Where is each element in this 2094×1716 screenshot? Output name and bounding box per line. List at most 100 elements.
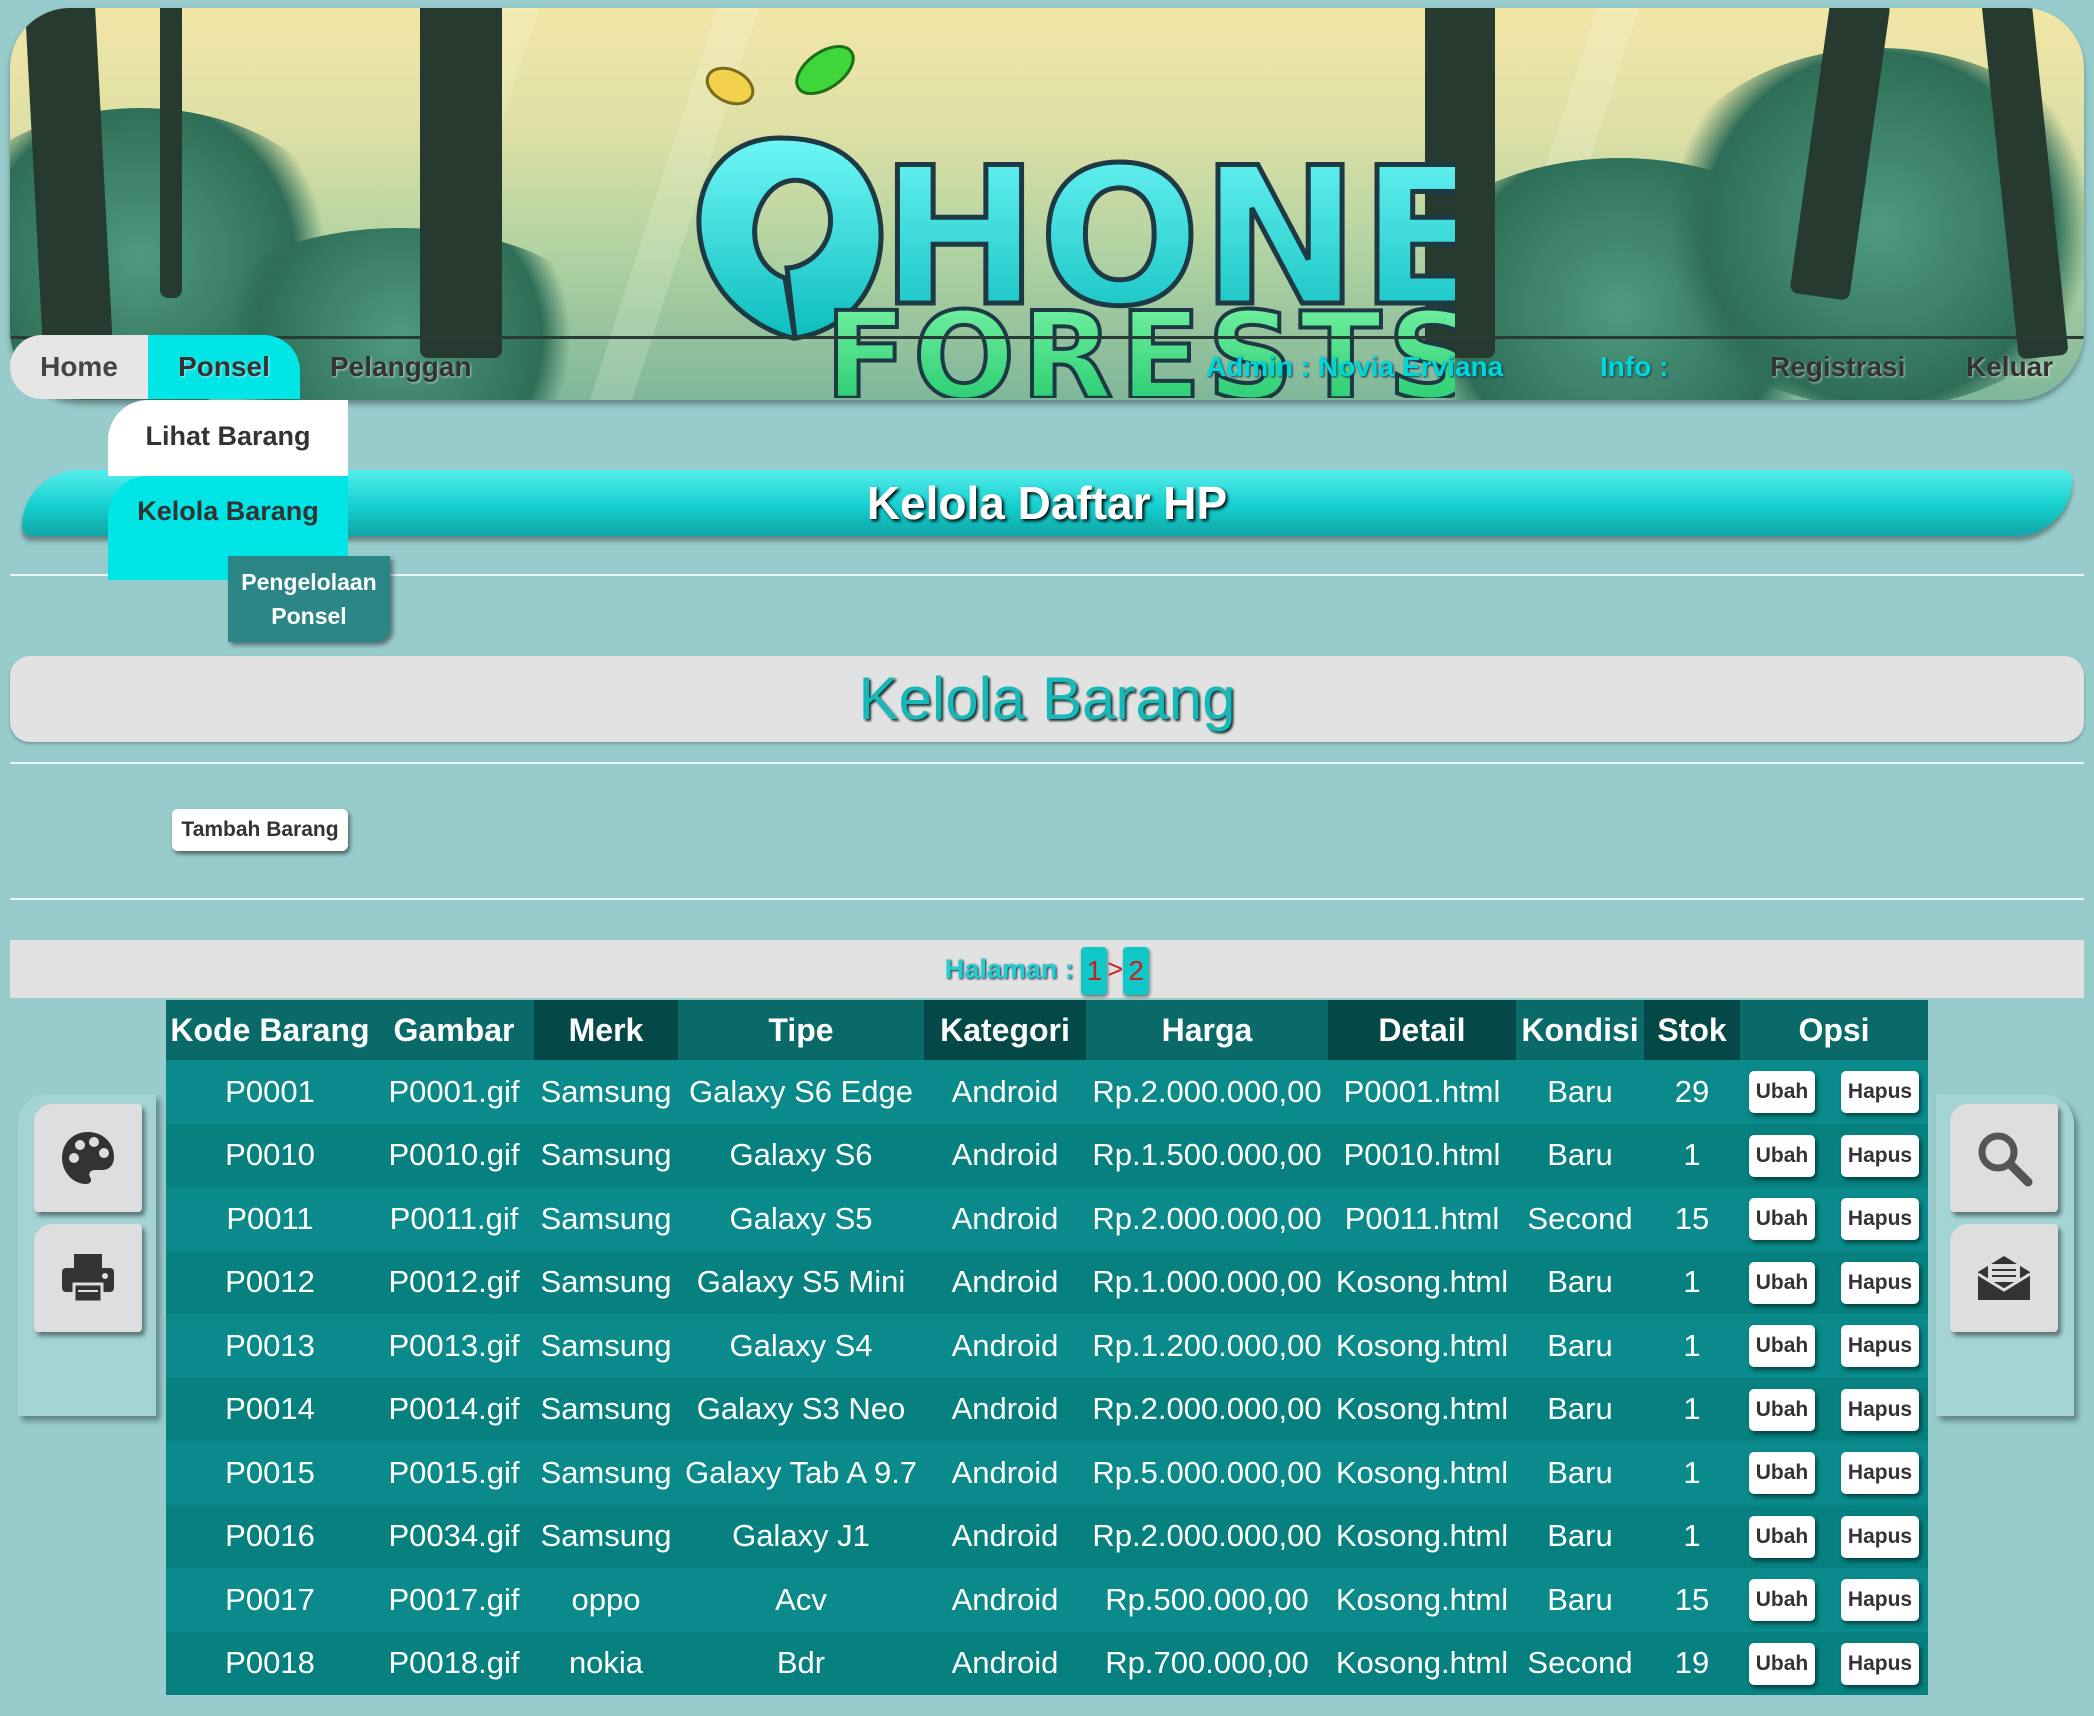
cell-gambar: P0011.gif bbox=[374, 1187, 534, 1251]
product-table: Kode Barang Gambar Merk Tipe Kategori Harga De… bbox=[166, 1000, 1928, 1695]
cell-opsi: Ubah Hapus bbox=[1740, 1568, 1928, 1632]
section-title: Kelola Barang bbox=[858, 665, 1236, 732]
cell-opsi: Ubah Hapus bbox=[1740, 1631, 1928, 1695]
left-tool-panel bbox=[18, 1094, 156, 1416]
cell-kondisi: Second bbox=[1516, 1187, 1644, 1251]
column-header-stok: Stok bbox=[1644, 1000, 1740, 1060]
mail-icon bbox=[1977, 1256, 2031, 1300]
cell-kode: P0001 bbox=[166, 1060, 374, 1124]
cell-opsi: Ubah Hapus bbox=[1740, 1314, 1928, 1378]
column-header-gambar: Gambar bbox=[374, 1000, 534, 1060]
page-2-link[interactable]: 2 bbox=[1123, 946, 1150, 995]
pagination: Halaman : 1 >2 bbox=[0, 940, 2094, 998]
cell-detail: Kosong.html bbox=[1328, 1441, 1516, 1505]
ubah-button[interactable]: Ubah bbox=[1749, 1198, 1815, 1241]
cell-gambar: P0017.gif bbox=[374, 1568, 534, 1632]
cell-detail: Kosong.html bbox=[1328, 1504, 1516, 1568]
hapus-button[interactable]: Hapus bbox=[1841, 1515, 1919, 1558]
ubah-button[interactable]: Ubah bbox=[1749, 1071, 1815, 1114]
cell-kategori: Android bbox=[924, 1250, 1086, 1314]
cell-kategori: Android bbox=[924, 1314, 1086, 1378]
cell-opsi: Ubah Hapus bbox=[1740, 1441, 1928, 1505]
cell-stok: 1 bbox=[1644, 1314, 1740, 1378]
cell-kategori: Android bbox=[924, 1187, 1086, 1251]
cell-kode: P0017 bbox=[166, 1568, 374, 1632]
cell-merk: oppo bbox=[534, 1568, 678, 1632]
cell-tipe: Acv bbox=[678, 1568, 924, 1632]
cell-kondisi: Baru bbox=[1516, 1568, 1644, 1632]
cell-harga: Rp.5.000.000,00 bbox=[1086, 1441, 1328, 1505]
cell-kategori: Android bbox=[924, 1568, 1086, 1632]
cell-kode: P0014 bbox=[166, 1377, 374, 1441]
palette-button[interactable] bbox=[34, 1104, 142, 1212]
table-row: P0014 P0014.gif Samsung Galaxy S3 Neo Androi… bbox=[166, 1377, 1928, 1441]
divider bbox=[10, 762, 2084, 764]
dropdown-lihat-barang[interactable]: Lihat Barang bbox=[108, 400, 348, 476]
page-1-link[interactable]: 1 bbox=[1081, 946, 1108, 995]
column-header-tipe: Tipe bbox=[678, 1000, 924, 1060]
cell-kode: P0016 bbox=[166, 1504, 374, 1568]
ubah-button[interactable]: Ubah bbox=[1749, 1579, 1815, 1622]
cell-kode: P0012 bbox=[166, 1250, 374, 1314]
cell-kondisi: Baru bbox=[1516, 1314, 1644, 1378]
cell-opsi: Ubah Hapus bbox=[1740, 1187, 1928, 1251]
cell-merk: Samsung bbox=[534, 1123, 678, 1187]
cell-harga: Rp.2.000.000,00 bbox=[1086, 1504, 1328, 1568]
ubah-button[interactable]: Ubah bbox=[1749, 1134, 1815, 1177]
cell-harga: Rp.2.000.000,00 bbox=[1086, 1060, 1328, 1124]
search-button[interactable] bbox=[1950, 1104, 2058, 1212]
cell-harga: Rp.1.500.000,00 bbox=[1086, 1123, 1328, 1187]
hapus-button[interactable]: Hapus bbox=[1841, 1452, 1919, 1495]
table-row: P0011 P0011.gif Samsung Galaxy S5 Android Rp.… bbox=[166, 1187, 1928, 1251]
nav-keluar[interactable]: Keluar bbox=[1966, 335, 2053, 399]
nav-home[interactable]: Home bbox=[10, 335, 148, 399]
nav-ponsel[interactable]: Ponsel bbox=[148, 335, 300, 399]
table-row: P0015 P0015.gif Samsung Galaxy Tab A 9.7 And… bbox=[166, 1441, 1928, 1505]
ubah-button[interactable]: Ubah bbox=[1749, 1325, 1815, 1368]
hapus-button[interactable]: Hapus bbox=[1841, 1579, 1919, 1622]
column-header-kondisi: Kondisi bbox=[1516, 1000, 1644, 1060]
nav-info[interactable]: Info : bbox=[1600, 335, 1668, 399]
cell-gambar: P0001.gif bbox=[374, 1060, 534, 1124]
submenu-pengelolaan-ponsel[interactable]: Pengelolaan Ponsel bbox=[228, 556, 390, 642]
table-row: P0016 P0034.gif Samsung Galaxy J1 Android Rp.… bbox=[166, 1504, 1928, 1568]
ubah-button[interactable]: Ubah bbox=[1749, 1452, 1815, 1495]
printer-icon bbox=[62, 1254, 114, 1304]
hapus-button[interactable]: Hapus bbox=[1841, 1642, 1919, 1685]
cell-kategori: Android bbox=[924, 1504, 1086, 1568]
nav-registrasi[interactable]: Registrasi bbox=[1770, 335, 1905, 399]
hapus-button[interactable]: Hapus bbox=[1841, 1388, 1919, 1431]
cell-harga: Rp.500.000,00 bbox=[1086, 1568, 1328, 1632]
divider bbox=[10, 898, 2084, 900]
mail-button[interactable] bbox=[1950, 1224, 2058, 1332]
cell-detail: Kosong.html bbox=[1328, 1250, 1516, 1314]
hapus-button[interactable]: Hapus bbox=[1841, 1071, 1919, 1114]
cell-gambar: P0018.gif bbox=[374, 1631, 534, 1695]
cell-stok: 15 bbox=[1644, 1187, 1740, 1251]
ubah-button[interactable]: Ubah bbox=[1749, 1515, 1815, 1558]
palette-icon bbox=[62, 1132, 114, 1184]
ubah-button[interactable]: Ubah bbox=[1749, 1261, 1815, 1304]
pagination-label: Halaman : bbox=[944, 954, 1074, 984]
hapus-button[interactable]: Hapus bbox=[1841, 1325, 1919, 1368]
ubah-button[interactable]: Ubah bbox=[1749, 1388, 1815, 1431]
cell-stok: 15 bbox=[1644, 1568, 1740, 1632]
cell-kategori: Android bbox=[924, 1123, 1086, 1187]
hapus-button[interactable]: Hapus bbox=[1841, 1134, 1919, 1177]
cell-gambar: P0034.gif bbox=[374, 1504, 534, 1568]
cell-merk: Samsung bbox=[534, 1377, 678, 1441]
cell-stok: 1 bbox=[1644, 1441, 1740, 1505]
print-button[interactable] bbox=[34, 1224, 142, 1332]
cell-opsi: Ubah Hapus bbox=[1740, 1250, 1928, 1314]
cell-kategori: Android bbox=[924, 1441, 1086, 1505]
cell-tipe: Galaxy S6 bbox=[678, 1123, 924, 1187]
nav-pelanggan[interactable]: Pelanggan bbox=[330, 335, 472, 399]
cell-stok: 1 bbox=[1644, 1250, 1740, 1314]
tambah-barang-button[interactable]: Tambah Barang bbox=[172, 809, 348, 851]
cell-gambar: P0010.gif bbox=[374, 1123, 534, 1187]
ubah-button[interactable]: Ubah bbox=[1749, 1642, 1815, 1685]
hapus-button[interactable]: Hapus bbox=[1841, 1198, 1919, 1241]
hapus-button[interactable]: Hapus bbox=[1841, 1261, 1919, 1304]
cell-gambar: P0015.gif bbox=[374, 1441, 534, 1505]
cell-detail: P0001.html bbox=[1328, 1060, 1516, 1124]
